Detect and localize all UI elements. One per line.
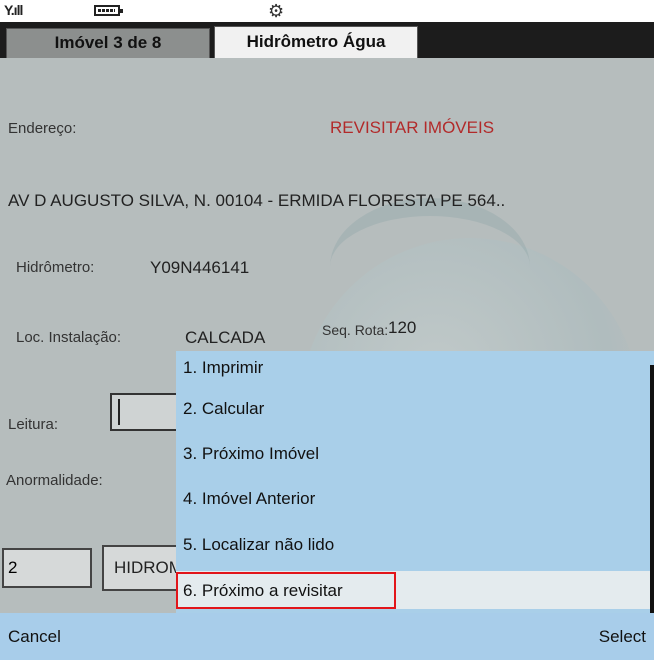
- status-bar: Y.ıll ⚙: [0, 0, 654, 22]
- menu-item-proximo-imovel[interactable]: 3. Próximo Imóvel: [176, 437, 654, 474]
- leitura-label: Leitura:: [8, 416, 59, 433]
- seq-rota-label: Seq. Rota:: [322, 322, 389, 338]
- menu-item-imovel-anterior[interactable]: 4. Imóvel Anterior: [176, 482, 654, 519]
- tab-bar: Imóvel 3 de 8 Hidrômetro Água: [0, 22, 654, 58]
- revisitar-imoveis-label: REVISITAR IMÓVEIS: [330, 118, 495, 137]
- anormalidade-label: Anormalidade:: [6, 472, 103, 489]
- tab-imovel[interactable]: Imóvel 3 de 8: [6, 28, 210, 58]
- menu-item-calcular[interactable]: 2. Calcular: [176, 392, 654, 429]
- cancel-softkey[interactable]: Cancel: [8, 627, 61, 647]
- tab-hidrometro-agua[interactable]: Hidrômetro Água: [214, 26, 418, 58]
- options-menu: 1. Imprimir 2. Calcular 3. Próximo Imóve…: [176, 351, 654, 615]
- menu-item-localizar-nao-lido[interactable]: 5. Localizar não lido: [176, 528, 654, 565]
- signal-bars-icon: Y.ıll: [4, 2, 23, 18]
- select-softkey[interactable]: Select: [599, 627, 646, 647]
- hidrometro-value: Y09N446141: [150, 258, 250, 277]
- seq-rota-value: 120: [388, 318, 417, 337]
- address-value: AV D AUGUSTO SILVA, N. 00104 - ERMIDA FL…: [8, 191, 506, 210]
- text-cursor: [118, 399, 120, 425]
- menu-item-imprimir[interactable]: 1. Imprimir: [176, 351, 654, 388]
- menu-scrollbar[interactable]: [650, 365, 654, 615]
- phone-screen: Y.ıll ⚙ Imóvel 3 de 8 Hidrômetro Água GS…: [0, 0, 654, 660]
- menu-item-proximo-a-revisitar[interactable]: 6. Próximo a revisitar: [176, 572, 396, 609]
- hidrometro-label: Hidrômetro:: [16, 259, 95, 276]
- loc-instalacao-value: CALCADA: [185, 328, 266, 347]
- endereco-label: Endereço:: [8, 120, 77, 137]
- anormalidade-code-input[interactable]: 2: [2, 548, 92, 588]
- battery-icon: [94, 5, 123, 16]
- loc-instalacao-label: Loc. Instalação:: [16, 329, 122, 346]
- gear-icon: ⚙: [268, 1, 285, 21]
- softkey-bar: Cancel Select: [0, 613, 654, 660]
